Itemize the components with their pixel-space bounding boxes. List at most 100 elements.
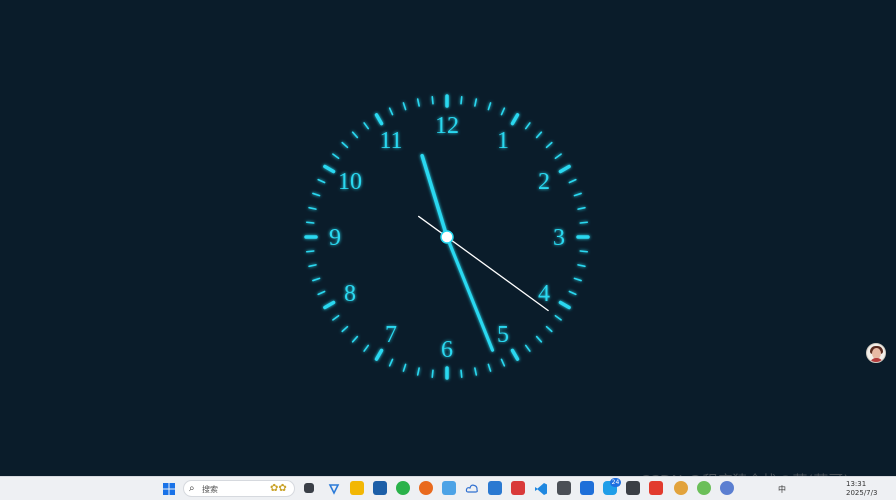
clock-numeral-1: 1 [497,128,509,154]
hour-hand [420,153,449,239]
minor-tick [305,250,315,253]
taskbar-clock-date[interactable]: 2025/7/3 [846,489,877,497]
minor-tick [460,95,463,105]
minor-tick [474,98,478,107]
tray-app-icon[interactable] [697,481,711,495]
analog-clock: 121234567891011 [304,94,590,380]
second-hand [418,215,549,312]
clock-numeral-11: 11 [379,128,402,154]
minor-tick [332,314,340,321]
notepad-icon[interactable] [442,481,456,495]
major-tick [374,113,384,126]
pdf-icon[interactable] [649,481,663,495]
minor-tick [317,178,326,184]
search-icon: ⌕ [189,483,195,494]
minor-tick [402,102,407,111]
minor-tick [568,178,577,184]
minor-tick [312,192,321,197]
minor-tick [351,131,359,139]
minor-tick [535,131,543,139]
user-avatar-icon[interactable] [674,481,688,495]
mail-icon[interactable] [488,481,502,495]
major-tick [510,113,520,126]
major-tick [558,164,571,174]
clock-numeral-2: 2 [538,169,550,195]
minor-tick [312,277,321,282]
search-placeholder: 搜索 [202,485,218,494]
minor-tick [388,358,394,367]
desktop-background: 12 1 2 3 4 5 6 7 8 9 10 11 [0,0,896,476]
clock-numeral-7: 7 [385,322,397,348]
minor-tick [577,206,586,210]
vscode-icon[interactable] [534,481,548,495]
minor-tick [416,367,420,376]
minor-tick [545,325,553,333]
widgets-icon[interactable] [327,481,341,495]
minor-tick [402,363,407,372]
major-tick [323,164,336,174]
minor-tick [351,335,359,343]
minor-tick [332,153,340,160]
clock-numeral-10: 10 [338,169,362,195]
clock-numeral-12: 12 [435,113,459,139]
minor-tick [568,290,577,296]
camera-icon[interactable] [626,481,640,495]
clock-hands [418,153,549,352]
minor-tick [363,344,370,352]
minor-tick [431,369,434,379]
firefox-icon[interactable] [419,481,433,495]
minor-tick [308,206,317,210]
minor-tick [305,221,315,224]
minor-tick [460,369,463,379]
minor-tick [554,314,562,321]
minor-tick [545,141,553,149]
wechat-icon[interactable] [396,481,410,495]
task-view-icon[interactable] [304,483,314,493]
app-red-icon[interactable] [511,481,525,495]
app-blue-icon[interactable] [580,481,594,495]
minor-tick [474,367,478,376]
taskbar-search-box[interactable]: ⌕ 搜索 ✿✿ [183,480,295,497]
minor-tick [363,122,370,130]
minor-tick [341,325,349,333]
minor-tick [577,264,586,268]
notification-badge: 24 [610,478,621,487]
file-explorer-icon[interactable] [350,481,364,495]
minor-tick [535,335,543,343]
ime-indicator[interactable]: 中 [778,484,786,495]
minor-tick [573,277,582,282]
tray-cloud-icon[interactable] [720,481,734,495]
minor-tick [416,98,420,107]
major-tick [323,300,336,310]
minor-tick [500,358,506,367]
minor-tick [500,107,506,116]
minor-tick [524,122,531,130]
floating-avatar-button[interactable] [866,343,886,363]
minor-tick [341,141,349,149]
clock-numeral-5: 5 [497,322,509,348]
major-tick [510,348,520,361]
cloud-icon[interactable] [465,481,479,495]
minor-tick [487,102,492,111]
taskbar-clock-time[interactable]: 13:31 [846,480,866,488]
minor-tick [579,221,589,224]
minor-tick [573,192,582,197]
major-tick [558,300,571,310]
taskbar: ⌕ 搜索 ✿✿ 24 中 13:31 2025/7/3 [0,476,896,500]
clock-center-pin [440,230,454,244]
minor-tick [524,344,531,352]
app-dark-icon[interactable] [557,481,571,495]
start-icon [163,483,175,495]
minor-tick [487,363,492,372]
clock-numeral-3: 3 [553,225,565,251]
search-decoration-icon: ✿✿ [270,483,287,494]
clock-numeral-8: 8 [344,281,356,307]
clock-numeral-6: 6 [441,337,453,363]
store-icon[interactable] [373,481,387,495]
start-button[interactable] [162,481,176,495]
minor-tick [317,290,326,296]
minor-tick [388,107,394,116]
minor-tick [579,250,589,253]
clock-numeral-9: 9 [329,225,341,251]
minor-tick [554,153,562,160]
